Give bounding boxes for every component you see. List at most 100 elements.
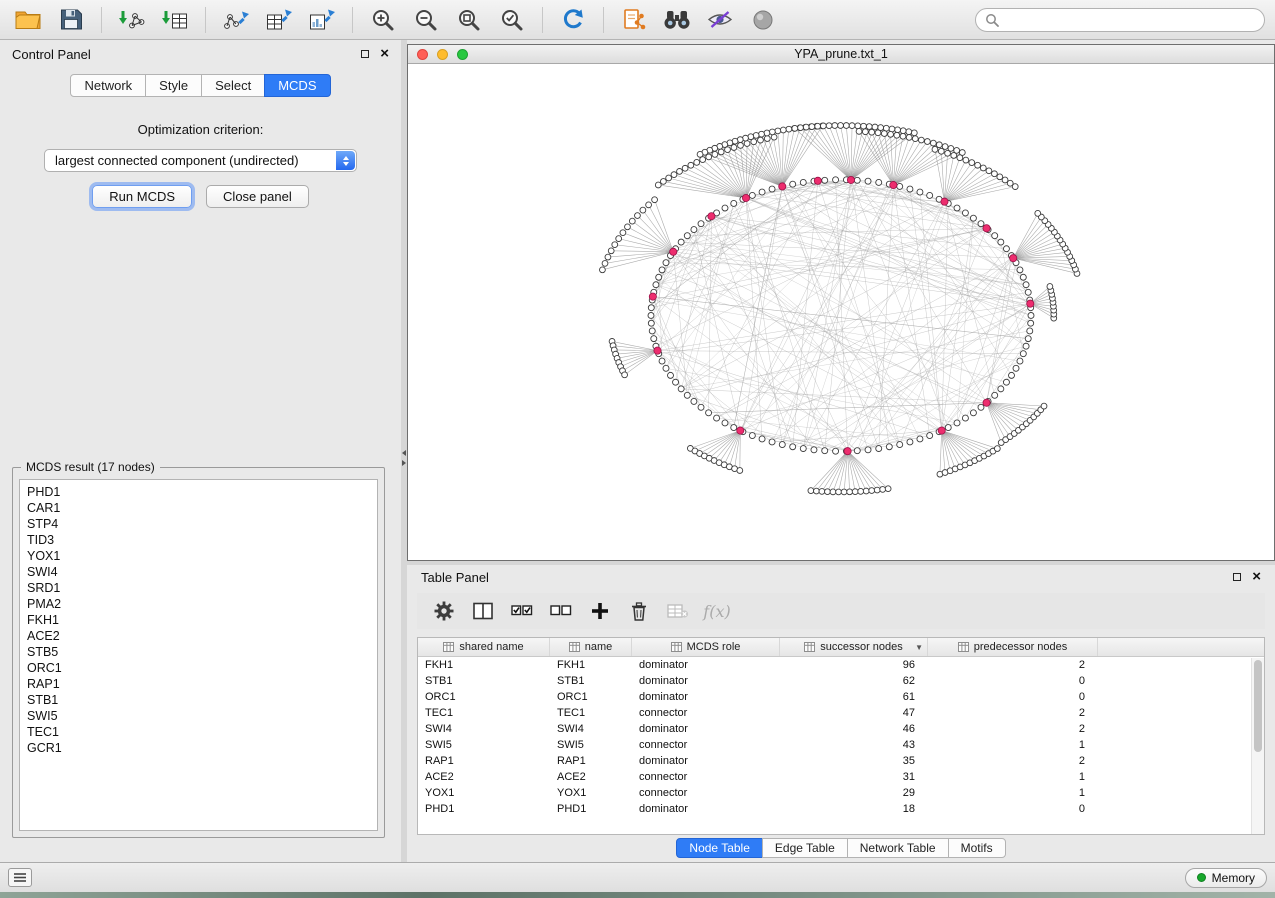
show-graphics-details-button[interactable] <box>745 5 781 35</box>
mcds-result-item[interactable]: SWI4 <box>27 564 370 580</box>
zoom-selected-button[interactable] <box>494 5 530 35</box>
mcds-result-item[interactable]: PHD1 <box>27 484 370 500</box>
table-cell: 31 <box>780 769 928 785</box>
mcds-result-item[interactable]: ORC1 <box>27 660 370 676</box>
search-input[interactable] <box>1005 13 1255 27</box>
window-maximize-button[interactable] <box>457 49 468 60</box>
mcds-result-item[interactable]: YOX1 <box>27 548 370 564</box>
tab-mcds[interactable]: MCDS <box>264 74 330 97</box>
table-cell: 1 <box>928 785 1098 801</box>
sort-chevron-icon[interactable]: ▼ <box>915 643 923 652</box>
mcds-result-item[interactable]: ACE2 <box>27 628 370 644</box>
import-table-button[interactable] <box>157 5 193 35</box>
table-settings-button[interactable] <box>431 598 457 624</box>
table-row[interactable]: SWI5SWI5connector431 <box>418 737 1264 753</box>
table-cell: 46 <box>780 721 928 737</box>
table-row[interactable]: STB1STB1dominator620 <box>418 673 1264 689</box>
table-cell: dominator <box>632 753 780 769</box>
share-document-button[interactable] <box>616 5 652 35</box>
save-button[interactable] <box>53 5 89 35</box>
column-header-predecessor-nodes[interactable]: predecessor nodes <box>928 638 1098 656</box>
network-window-titlebar[interactable]: YPA_prune.txt_1 <box>408 45 1274 64</box>
function-builder-button[interactable]: f(x) <box>704 598 730 624</box>
tab-style[interactable]: Style <box>145 74 202 97</box>
search-network-button[interactable] <box>659 5 695 35</box>
mcds-result-item[interactable]: CAR1 <box>27 500 370 516</box>
table-row[interactable]: PHD1PHD1dominator180 <box>418 801 1264 817</box>
criterion-select[interactable]: largest connected component (undirected) <box>44 149 357 172</box>
column-header-MCDS-role[interactable]: MCDS role <box>632 638 780 656</box>
mcds-result-item[interactable]: PMA2 <box>27 596 370 612</box>
network-canvas[interactable] <box>408 64 1274 560</box>
hide-selected-button[interactable] <box>702 5 738 35</box>
table-row[interactable]: TEC1TEC1connector472 <box>418 705 1264 721</box>
tab-node-table[interactable]: Node Table <box>676 838 763 858</box>
mcds-result-item[interactable]: STP4 <box>27 516 370 532</box>
run-mcds-button[interactable]: Run MCDS <box>92 185 192 208</box>
tab-motifs[interactable]: Motifs <box>948 838 1006 858</box>
import-network-button[interactable] <box>114 5 150 35</box>
tab-select[interactable]: Select <box>201 74 265 97</box>
export-network-icon <box>223 9 249 31</box>
column-type-icon <box>804 642 815 652</box>
table-row[interactable]: ACE2ACE2connector311 <box>418 769 1264 785</box>
table-cell: 0 <box>928 689 1098 705</box>
table-row[interactable]: ORC1ORC1dominator610 <box>418 689 1264 705</box>
mcds-result-item[interactable]: STB5 <box>27 644 370 660</box>
table-scrollbar[interactable] <box>1251 658 1264 834</box>
close-panel-icon[interactable]: × <box>380 49 389 59</box>
search-input-wrapper[interactable] <box>975 8 1265 32</box>
export-table-button[interactable] <box>261 5 297 35</box>
column-header-successor-nodes[interactable]: successor nodes▼ <box>780 638 928 656</box>
splitter-handle-icon[interactable] <box>402 450 406 466</box>
mcds-result-item[interactable]: SWI5 <box>27 708 370 724</box>
open-file-button[interactable] <box>10 5 46 35</box>
select-all-button[interactable] <box>509 598 535 624</box>
zoom-out-button[interactable] <box>408 5 444 35</box>
float-panel-icon[interactable] <box>1233 573 1241 581</box>
add-row-button[interactable] <box>587 598 613 624</box>
eye-sphere-icon <box>752 9 774 31</box>
network-graph[interactable] <box>408 64 1274 560</box>
table-cell <box>1098 753 1264 769</box>
zoom-in-button[interactable] <box>365 5 401 35</box>
column-header-shared-name[interactable]: shared name <box>418 638 550 656</box>
float-panel-icon[interactable] <box>361 50 369 58</box>
table-row[interactable]: SWI4SWI4dominator462 <box>418 721 1264 737</box>
table-row[interactable]: FKH1FKH1dominator962 <box>418 657 1264 673</box>
mcds-result-item[interactable]: TEC1 <box>27 724 370 740</box>
export-network-button[interactable] <box>218 5 254 35</box>
zoom-fit-button[interactable] <box>451 5 487 35</box>
close-panel-icon[interactable]: × <box>1252 572 1261 582</box>
table-row[interactable]: YOX1YOX1connector291 <box>418 785 1264 801</box>
export-image-button[interactable] <box>304 5 340 35</box>
window-minimize-button[interactable] <box>437 49 448 60</box>
column-visibility-button[interactable] <box>470 598 496 624</box>
panel-toggle-button[interactable] <box>8 868 32 887</box>
deselect-all-button[interactable] <box>548 598 574 624</box>
mcds-result-item[interactable]: TID3 <box>27 532 370 548</box>
mcds-result-item[interactable]: SRD1 <box>27 580 370 596</box>
table-cell: SWI5 <box>418 737 550 753</box>
scrollbar-thumb[interactable] <box>1254 660 1262 752</box>
column-type-icon <box>569 642 580 652</box>
refresh-button[interactable] <box>555 5 591 35</box>
close-panel-button[interactable]: Close panel <box>206 185 309 208</box>
mcds-result-item[interactable]: FKH1 <box>27 612 370 628</box>
mcds-result-list[interactable]: PHD1CAR1STP4TID3YOX1SWI4SRD1PMA2FKH1ACE2… <box>19 479 378 831</box>
tab-network[interactable]: Network <box>70 74 146 97</box>
tab-edge-table[interactable]: Edge Table <box>762 838 848 858</box>
memory-button[interactable]: Memory <box>1185 868 1267 888</box>
mcds-result-item[interactable]: GCR1 <box>27 740 370 756</box>
mcds-result-item[interactable]: STB1 <box>27 692 370 708</box>
clear-disabled-button[interactable] <box>665 598 691 624</box>
delete-row-button[interactable] <box>626 598 652 624</box>
mcds-result-item[interactable]: RAP1 <box>27 676 370 692</box>
table-row[interactable]: RAP1RAP1dominator352 <box>418 753 1264 769</box>
column-header-name[interactable]: name <box>550 638 632 656</box>
open-folder-icon <box>15 9 41 30</box>
table-cell: SWI4 <box>418 721 550 737</box>
table-cell <box>1098 705 1264 721</box>
tab-network-table[interactable]: Network Table <box>847 838 949 858</box>
window-close-button[interactable] <box>417 49 428 60</box>
